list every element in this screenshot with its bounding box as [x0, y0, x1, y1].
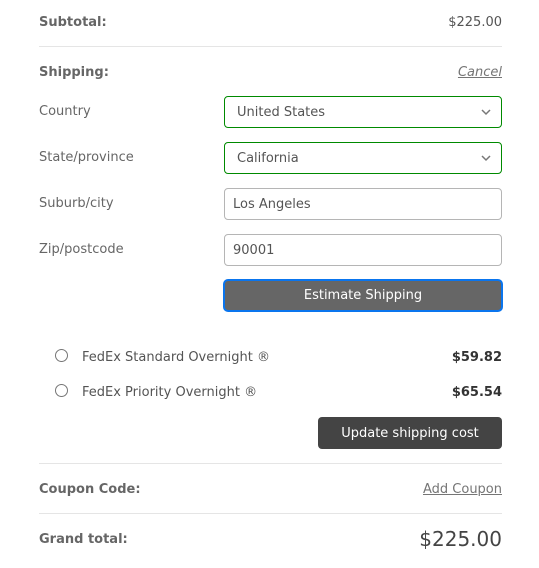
country-label: Country	[39, 104, 91, 119]
shipping-option-label: FedEx Priority Overnight ®	[82, 385, 258, 400]
state-select[interactable]: California	[224, 142, 502, 174]
city-value: Los Angeles	[233, 196, 311, 212]
chevron-down-icon	[481, 109, 491, 116]
grand-total-label: Grand total:	[39, 531, 128, 547]
divider	[39, 513, 502, 514]
state-label: State/province	[39, 150, 134, 165]
city-input[interactable]: Los Angeles	[224, 188, 502, 220]
chevron-down-icon	[481, 155, 491, 162]
shipping-option-label: FedEx Standard Overnight ®	[82, 350, 270, 365]
shipping-option-radio[interactable]	[55, 384, 68, 397]
coupon-label: Coupon Code:	[39, 481, 141, 497]
shipping-header: Shipping: Cancel	[39, 62, 502, 82]
shipping-option-radio[interactable]	[55, 349, 68, 362]
grand-total-row: Grand total: $225.00	[39, 526, 502, 552]
city-label: Suburb/city	[39, 196, 114, 211]
zip-value: 90001	[233, 242, 275, 258]
shipping-option-price: $59.82	[451, 350, 502, 365]
add-coupon-link[interactable]: Add Coupon	[423, 482, 502, 497]
zip-input[interactable]: 90001	[224, 234, 502, 266]
country-value: United States	[237, 104, 326, 120]
state-value: California	[237, 150, 299, 166]
divider	[39, 463, 502, 464]
country-select[interactable]: United States	[224, 96, 502, 128]
subtotal-label: Subtotal:	[39, 14, 107, 30]
update-shipping-cost-button[interactable]: Update shipping cost	[318, 417, 502, 449]
cancel-link[interactable]: Cancel	[458, 65, 502, 80]
grand-total-value: $225.00	[419, 527, 502, 551]
coupon-row: Coupon Code: Add Coupon	[39, 479, 502, 499]
subtotal-row: Subtotal: $225.00	[39, 12, 502, 32]
estimate-shipping-button[interactable]: Estimate Shipping	[223, 279, 503, 312]
subtotal-value: $225.00	[448, 14, 502, 30]
divider	[39, 46, 502, 47]
shipping-label: Shipping:	[39, 64, 109, 80]
shipping-option-price: $65.54	[451, 385, 502, 400]
zip-label: Zip/postcode	[39, 242, 124, 257]
